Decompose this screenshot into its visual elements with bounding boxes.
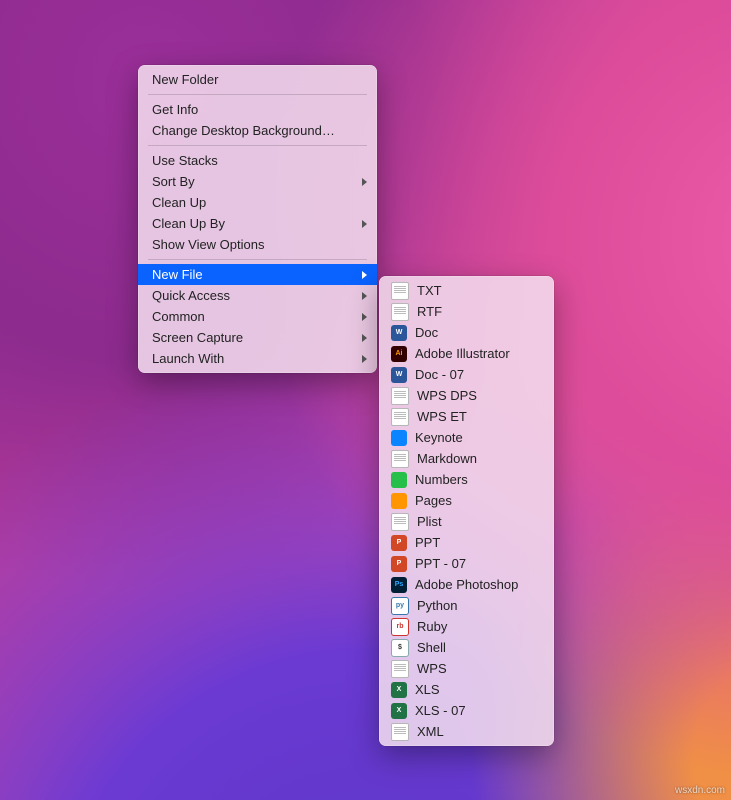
submenu-item-xml[interactable]: XML — [379, 721, 554, 742]
submenu-item-label: RTF — [417, 302, 442, 321]
menu-item-label: Clean Up — [152, 193, 206, 212]
file-icon: P — [391, 535, 407, 551]
submenu-item-label: XML — [417, 722, 444, 741]
file-icon: rb — [391, 618, 409, 636]
submenu-item-label: Doc — [415, 323, 438, 342]
submenu-item-xls[interactable]: X XLS — [379, 679, 554, 700]
file-icon — [391, 472, 407, 488]
submenu-item-doc-07[interactable]: W Doc - 07 — [379, 364, 554, 385]
menu-item-label: New Folder — [152, 70, 218, 89]
file-icon — [391, 387, 409, 405]
menu-item-launch-with[interactable]: Launch With — [138, 348, 377, 369]
menu-item-clean-up[interactable]: Clean Up — [138, 192, 377, 213]
file-icon: X — [391, 682, 407, 698]
submenu-item-xls-07[interactable]: X XLS - 07 — [379, 700, 554, 721]
submenu-item-numbers[interactable]: Numbers — [379, 469, 554, 490]
menu-item-label: Quick Access — [152, 286, 230, 305]
submenu-item-label: PPT — [415, 533, 440, 552]
menu-item-common[interactable]: Common — [138, 306, 377, 327]
submenu-item-label: WPS — [417, 659, 447, 678]
menu-item-label: Clean Up By — [152, 214, 225, 233]
file-icon — [391, 303, 409, 321]
menu-item-label: Use Stacks — [152, 151, 218, 170]
file-icon — [391, 450, 409, 468]
file-icon — [391, 660, 409, 678]
submenu-item-label: XLS - 07 — [415, 701, 466, 720]
menu-separator — [148, 145, 367, 146]
submenu-item-wps[interactable]: WPS — [379, 658, 554, 679]
submenu-item-markdown[interactable]: Markdown — [379, 448, 554, 469]
submenu-item-label: Keynote — [415, 428, 463, 447]
file-icon: X — [391, 703, 407, 719]
submenu-item-label: WPS ET — [417, 407, 467, 426]
menu-item-screen-capture[interactable]: Screen Capture — [138, 327, 377, 348]
submenu-item-label: WPS DPS — [417, 386, 477, 405]
menu-item-label: Sort By — [152, 172, 195, 191]
submenu-item-adobe-photoshop[interactable]: Ps Adobe Photoshop — [379, 574, 554, 595]
submenu-item-label: TXT — [417, 281, 442, 300]
file-icon — [391, 430, 407, 446]
menu-item-label: Get Info — [152, 100, 198, 119]
menu-item-use-stacks[interactable]: Use Stacks — [138, 150, 377, 171]
submenu-item-label: Python — [417, 596, 457, 615]
submenu-item-txt[interactable]: TXT — [379, 280, 554, 301]
submenu-item-label: Adobe Illustrator — [415, 344, 510, 363]
submenu-item-label: Plist — [417, 512, 442, 531]
menu-item-label: Change Desktop Background… — [152, 121, 335, 140]
file-icon: W — [391, 325, 407, 341]
submenu-item-keynote[interactable]: Keynote — [379, 427, 554, 448]
file-icon: Ai — [391, 346, 407, 362]
submenu-item-doc[interactable]: W Doc — [379, 322, 554, 343]
file-icon: W — [391, 367, 407, 383]
menu-item-label: New File — [152, 265, 203, 284]
file-icon — [391, 513, 409, 531]
menu-item-clean-up-by[interactable]: Clean Up By — [138, 213, 377, 234]
submenu-item-label: Numbers — [415, 470, 468, 489]
file-icon — [391, 408, 409, 426]
file-icon — [391, 723, 409, 741]
menu-item-label: Launch With — [152, 349, 224, 368]
menu-item-label: Common — [152, 307, 205, 326]
submenu-item-rtf[interactable]: RTF — [379, 301, 554, 322]
file-icon: Ps — [391, 577, 407, 593]
menu-item-quick-access[interactable]: Quick Access — [138, 285, 377, 306]
menu-item-label: Screen Capture — [152, 328, 243, 347]
submenu-item-label: Pages — [415, 491, 452, 510]
file-icon: P — [391, 556, 407, 572]
submenu-item-label: Ruby — [417, 617, 447, 636]
submenu-item-adobe-illustrator[interactable]: Ai Adobe Illustrator — [379, 343, 554, 364]
submenu-item-label: Doc - 07 — [415, 365, 464, 384]
submenu-item-label: Markdown — [417, 449, 477, 468]
submenu-item-ppt-07[interactable]: P PPT - 07 — [379, 553, 554, 574]
submenu-item-plist[interactable]: Plist — [379, 511, 554, 532]
watermark: wsxdn.com — [675, 785, 725, 796]
menu-separator — [148, 259, 367, 260]
submenu-item-label: PPT - 07 — [415, 554, 466, 573]
menu-item-label: Show View Options — [152, 235, 265, 254]
menu-item-new-folder[interactable]: New Folder — [138, 69, 377, 90]
new-file-submenu: TXT RTF W Doc Ai Adobe Illustrator W Doc - 07 WP… — [379, 276, 554, 746]
menu-item-new-file[interactable]: New File — [138, 264, 377, 285]
submenu-item-wps-et[interactable]: WPS ET — [379, 406, 554, 427]
submenu-item-pages[interactable]: Pages — [379, 490, 554, 511]
file-icon — [391, 493, 407, 509]
menu-item-get-info[interactable]: Get Info — [138, 99, 377, 120]
file-icon — [391, 282, 409, 300]
submenu-item-label: Shell — [417, 638, 446, 657]
submenu-item-shell[interactable]: $ Shell — [379, 637, 554, 658]
menu-item-sort-by[interactable]: Sort By — [138, 171, 377, 192]
file-icon: $ — [391, 639, 409, 657]
submenu-item-label: Adobe Photoshop — [415, 575, 518, 594]
submenu-item-label: XLS — [415, 680, 440, 699]
menu-item-change-desktop-background[interactable]: Change Desktop Background… — [138, 120, 377, 141]
menu-item-show-view-options[interactable]: Show View Options — [138, 234, 377, 255]
submenu-item-wps-dps[interactable]: WPS DPS — [379, 385, 554, 406]
submenu-item-ppt[interactable]: P PPT — [379, 532, 554, 553]
submenu-item-ruby[interactable]: rb Ruby — [379, 616, 554, 637]
menu-separator — [148, 94, 367, 95]
submenu-item-python[interactable]: py Python — [379, 595, 554, 616]
file-icon: py — [391, 597, 409, 615]
desktop-context-menu: New Folder Get Info Change Desktop Backgro… — [138, 65, 377, 373]
